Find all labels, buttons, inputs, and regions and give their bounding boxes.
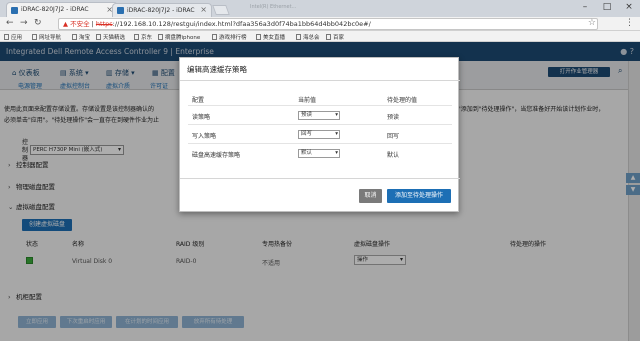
divider (188, 105, 452, 106)
divider (180, 178, 460, 179)
insecure-label: 不安全 (70, 20, 90, 28)
disk-cache-policy-label: 磁盘高速缓存策略 (192, 152, 241, 159)
maximize-icon[interactable]: □ (596, 0, 618, 14)
add-to-pending-button[interactable]: 添加至待处理操作 (387, 189, 451, 203)
page-icon (158, 34, 163, 40)
close-window-icon[interactable]: × (618, 0, 640, 14)
forward-icon[interactable]: → (20, 18, 28, 28)
window-title: Intel(R) Ethernet... (250, 4, 297, 10)
url-scheme: https (95, 20, 113, 28)
browser-menu-icon[interactable]: ⋮ (625, 18, 634, 28)
read-policy-pending: 预读 (387, 114, 400, 121)
read-policy-label: 读策略 (192, 114, 211, 121)
idrac-favicon-icon (11, 7, 18, 14)
url-text: ://192.168.10.128/restgui/index.html?dfa… (112, 20, 371, 28)
idrac-favicon-icon (117, 7, 124, 14)
page-icon (96, 34, 101, 40)
header-config: 配置 (192, 97, 205, 104)
write-policy-pending: 回写 (387, 133, 400, 140)
page-icon (32, 34, 37, 40)
edit-cache-policy-dialog: 编辑高速缓存策略 配置 当前值 待处理的值 读策略 预读 预读 写入策略 回写 … (179, 57, 460, 212)
read-policy-select[interactable]: 预读 (298, 111, 340, 120)
browser-tab-bar: iDRAC-820J7J2 - iDRAC × iDRAC-820J7J2 - … (0, 0, 640, 17)
bookmarks-bar: 应用 网址导航 淘宝 天猫精选 京东 摘盘腾iphone 游戏排行榜 美女直播 … (0, 31, 640, 42)
header-pending: 待处理的值 (387, 97, 418, 104)
cancel-button[interactable]: 取消 (359, 189, 382, 203)
dialog-title: 编辑高速缓存策略 (187, 65, 247, 74)
disk-cache-policy-select[interactable]: 默认 (298, 149, 340, 158)
page-icon (212, 34, 217, 40)
bookmark-item[interactable]: 摘盘腾iphone (158, 33, 200, 41)
tab-idrac-second[interactable]: iDRAC-820J7J2 - iDRAC × (112, 3, 212, 17)
warning-icon: ▲ (63, 20, 68, 28)
page-icon (134, 34, 139, 40)
header-current: 当前值 (298, 97, 317, 104)
reload-icon[interactable]: ↻ (34, 18, 42, 28)
bookmark-item[interactable]: 淘宝 (72, 33, 90, 41)
bookmark-item[interactable]: 京东 (134, 33, 152, 41)
address-bar: ← → ↻ ▲ 不安全 | https://192.168.10.128/res… (0, 17, 640, 31)
bookmark-item[interactable]: 应用 (4, 33, 22, 41)
bookmark-item[interactable]: 海总会 (296, 33, 320, 41)
new-tab-button[interactable] (212, 5, 230, 15)
tab-title: iDRAC-820J7J2 - iDRAC (21, 6, 89, 13)
bookmark-item[interactable]: 美女直播 (256, 33, 285, 41)
apps-icon (4, 34, 9, 40)
divider (180, 80, 460, 81)
close-tab-icon[interactable]: × (200, 5, 207, 14)
page-icon (296, 34, 301, 40)
heart-icon (256, 34, 261, 40)
disk-cache-policy-pending: 默认 (387, 152, 400, 159)
minimize-icon[interactable]: – (574, 0, 596, 14)
bookmark-item[interactable]: 游戏排行榜 (212, 33, 247, 41)
write-policy-select[interactable]: 回写 (298, 130, 340, 139)
page-icon (326, 34, 331, 40)
bookmark-item[interactable]: 网址导航 (32, 33, 61, 41)
page-icon (72, 34, 77, 40)
divider (188, 124, 452, 125)
divider (188, 143, 452, 144)
tab-idrac-active[interactable]: iDRAC-820J7J2 - iDRAC × (6, 2, 118, 17)
write-policy-label: 写入策略 (192, 133, 217, 140)
bookmark-item[interactable]: 百家 (326, 33, 344, 41)
bookmark-item[interactable]: 天猫精选 (96, 33, 125, 41)
bookmark-star-icon[interactable]: ☆ (588, 18, 596, 28)
url-input[interactable]: ▲ 不安全 | https://192.168.10.128/restgui/i… (58, 18, 598, 30)
back-icon[interactable]: ← (6, 18, 14, 28)
tab-title: iDRAC-820J7J2 - iDRAC (127, 7, 195, 14)
